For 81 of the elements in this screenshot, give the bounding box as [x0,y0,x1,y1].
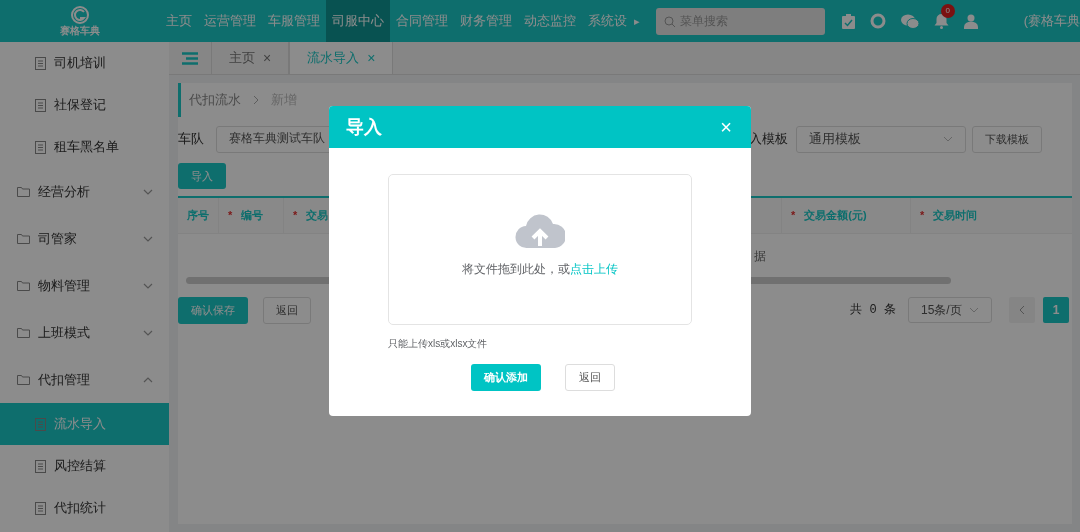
required-mark: * [791,208,796,224]
upload-hint: 只能上传xls或xlsx文件 [388,337,489,351]
nav-item[interactable]: 财务管理 [453,0,518,42]
total-count: 共 0 条 [850,302,896,319]
nav-item[interactable]: 主页 [159,0,198,42]
page-tab[interactable]: 流水导入 × [289,42,394,74]
drop-instruction: 将文件拖到此处，或点击上传 [462,261,618,278]
notification-badge: 0 [940,4,955,18]
user-org: (赛格车典 [1023,12,1080,31]
document-icon [35,56,46,70]
document-icon [35,140,46,154]
chat-icon[interactable] [900,13,919,29]
sidebar-item[interactable]: 上班模式 [0,309,169,356]
chevron-right-icon [253,95,259,105]
document-icon [35,459,46,473]
folder-icon [17,233,30,244]
chevron-down-icon [143,329,153,336]
chevron-down-icon [143,188,153,195]
required-mark: * [228,208,233,224]
document-icon [35,501,46,515]
sidebar-item[interactable]: 司机培训 [0,42,169,84]
fleet-label: 车队 [178,130,204,149]
caret-icon [943,136,953,142]
column-header: 序号 [178,198,219,233]
chevron-left-icon [1019,305,1025,315]
empty-text: 据 [754,247,766,265]
sidebar-item[interactable]: 租车黑名单 [0,126,169,168]
logo-icon [69,5,90,25]
nav-item[interactable]: 动态监控 [517,0,582,42]
folder-icon [17,186,30,197]
template-select[interactable]: 通用模板 [796,125,966,153]
sidebar-item[interactable]: 风控结算 [0,445,169,487]
sidebar-item[interactable]: 经营分析 [0,168,169,215]
folder-icon [17,280,30,291]
column-header: * 交易金额(元) [782,198,911,233]
menu-icon[interactable] [182,51,198,65]
folder-icon [17,374,30,385]
nav-item[interactable]: 车服管理 [261,0,326,42]
back-button[interactable]: 返回 [565,364,615,391]
lifebuoy-icon[interactable] [869,13,886,29]
column-header: * 编号 [219,198,284,233]
confirm-add-button[interactable]: 确认添加 [471,364,541,391]
chevron-down-icon [143,235,153,242]
bell-icon[interactable] [933,13,949,29]
logo-text: 赛格车典 [59,25,100,37]
close-icon[interactable]: × [367,47,376,69]
sidebar-item[interactable]: 代扣统计 [0,487,169,529]
column-header: * 交易时间 [911,198,1080,233]
breadcrumb-item[interactable]: 代扣流水 [189,90,241,110]
cloud-upload-icon [515,212,565,250]
folder-icon [17,327,30,338]
user-icon[interactable] [963,13,978,29]
sidebar-item[interactable]: 流水导入 [0,403,169,445]
caret-icon [969,307,979,313]
sidebar-item[interactable]: 司管家 [0,215,169,262]
document-icon [35,417,46,431]
chevron-down-icon [143,282,153,289]
close-icon[interactable]: × [263,47,272,69]
sidebar-item[interactable]: 社保登记 [0,84,169,126]
clipboard-icon[interactable] [841,13,855,29]
document-icon [35,98,46,112]
search-icon [663,15,676,28]
chevron-up-icon [143,376,153,383]
page-button[interactable]: 1 [1043,297,1069,323]
page-size-select[interactable]: 15条/页 [908,297,992,323]
nav-item[interactable]: 运营管理 [197,0,262,42]
download-template-button[interactable]: 下载模板 [972,125,1042,153]
upload-drop-zone[interactable]: 将文件拖到此处，或点击上传 [388,174,692,325]
import-button[interactable]: 导入 [178,163,226,189]
previous-page-button[interactable] [1009,297,1035,323]
sidebar-item[interactable]: 物料管理 [0,262,169,309]
click-upload-link[interactable]: 点击上传 [570,262,618,276]
close-icon[interactable]: × [720,112,732,142]
required-mark: * [920,208,925,224]
nav-item[interactable]: 司服中心 [325,0,390,42]
more-arrow[interactable]: ▸ [633,12,640,30]
back-button[interactable]: 返回 [263,296,311,324]
save-button[interactable]: 确认保存 [178,296,248,324]
required-mark: * [293,208,298,224]
nav-item[interactable]: 系统设 [581,0,633,42]
sidebar-item[interactable]: 代扣管理 [0,356,169,403]
